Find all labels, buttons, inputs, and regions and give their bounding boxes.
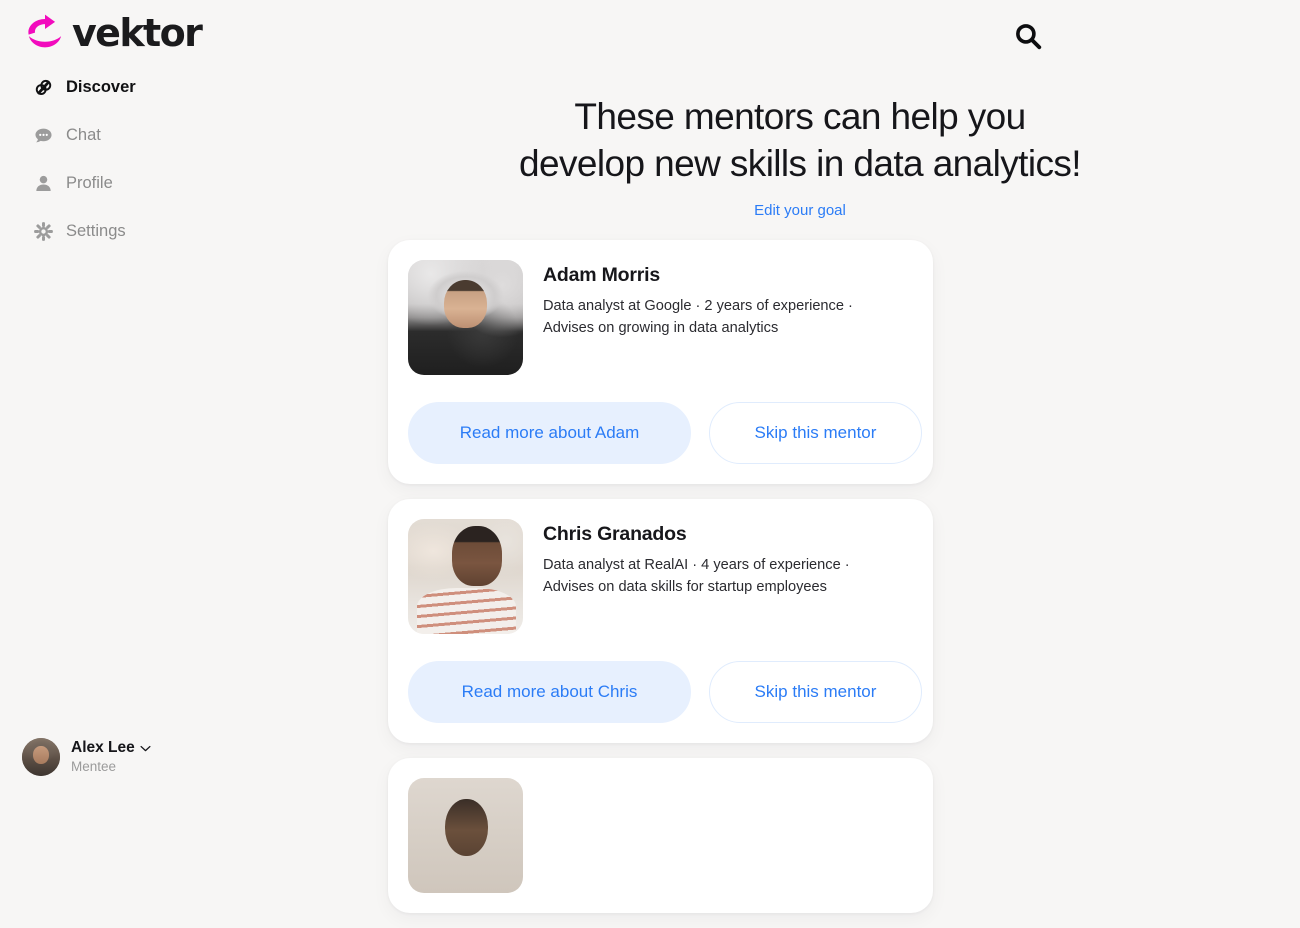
brand-name: vektor [72,11,203,55]
user-name: Alex Lee [71,739,135,757]
sidebar-item-label: Settings [66,221,126,240]
page-title-line2: develop new skills in data analytics! [519,142,1081,184]
user-meta: Alex Lee Mentee [71,739,151,774]
page-title: These mentors can help you develop new s… [300,0,1300,188]
read-more-button[interactable]: Read more about Chris [408,661,691,723]
mentor-info [543,778,913,893]
person-icon [32,172,54,194]
sidebar-nav: Discover Chat Profile Settings [0,70,300,262]
mentor-card-actions: Read more about Chris Skip this mentor [408,661,922,723]
mentor-card: Chris Granados Data analyst at RealAI · … [388,499,933,743]
mentor-card-top: Chris Granados Data analyst at RealAI · … [408,519,913,634]
discover-icon [32,76,54,98]
mentor-name: Adam Morris [543,264,660,286]
mentor-photo [408,260,523,375]
skip-mentor-button[interactable]: Skip this mentor [709,402,922,464]
mentor-description: Data analyst at Google · 2 years of expe… [543,298,853,336]
mentor-card: Adam Morris Data analyst at Google · 2 y… [388,240,933,484]
chevron-down-icon [140,745,151,751]
sidebar-item-settings[interactable]: Settings [0,214,300,248]
sidebar-item-label: Chat [66,125,101,144]
user-role: Mentee [71,759,117,775]
mentor-name: Chris Granados [543,523,687,545]
mentor-photo [408,519,523,634]
main-content: These mentors can help you develop new s… [300,0,1300,913]
user-profile-menu[interactable]: Alex Lee Mentee [22,738,151,776]
mentor-info: Chris Granados Data analyst at RealAI · … [543,519,913,634]
mentor-photo [408,778,523,893]
page-title-line1: These mentors can help you [574,96,1026,137]
sidebar-item-label: Discover [66,77,136,96]
sidebar-item-profile[interactable]: Profile [0,166,300,200]
circular-arrow-icon [28,14,62,48]
mentor-card-actions: Read more about Adam Skip this mentor [408,402,922,464]
user-name-row: Alex Lee [71,739,151,757]
brand-logo[interactable]: vektor [24,11,203,55]
gear-icon [32,220,54,242]
sidebar: vektor Discover Chat Profile Settings Al… [0,0,300,794]
sidebar-item-chat[interactable]: Chat [0,118,300,152]
avatar [22,738,60,776]
mentor-card-top: Adam Morris Data analyst at Google · 2 y… [408,260,913,375]
sidebar-item-discover[interactable]: Discover [0,70,300,104]
edit-goal-link[interactable]: Edit your goal [300,202,1300,219]
sidebar-item-label: Profile [66,173,113,192]
mentor-card [388,758,933,913]
mentor-description: Data analyst at RealAI · 4 years of expe… [543,557,850,595]
mentor-card-top [408,778,913,893]
chat-bubble-icon [32,124,54,146]
mentor-info: Adam Morris Data analyst at Google · 2 y… [543,260,913,375]
mentor-card-list: Adam Morris Data analyst at Google · 2 y… [388,240,933,928]
skip-mentor-button[interactable]: Skip this mentor [709,661,922,723]
read-more-button[interactable]: Read more about Adam [408,402,691,464]
